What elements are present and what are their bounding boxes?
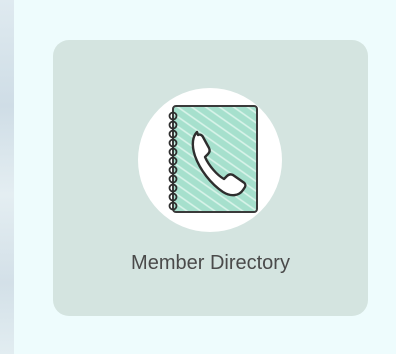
- tile-label: Member Directory: [131, 252, 290, 274]
- background-strip: [0, 0, 14, 354]
- phone-book-icon: [168, 105, 258, 213]
